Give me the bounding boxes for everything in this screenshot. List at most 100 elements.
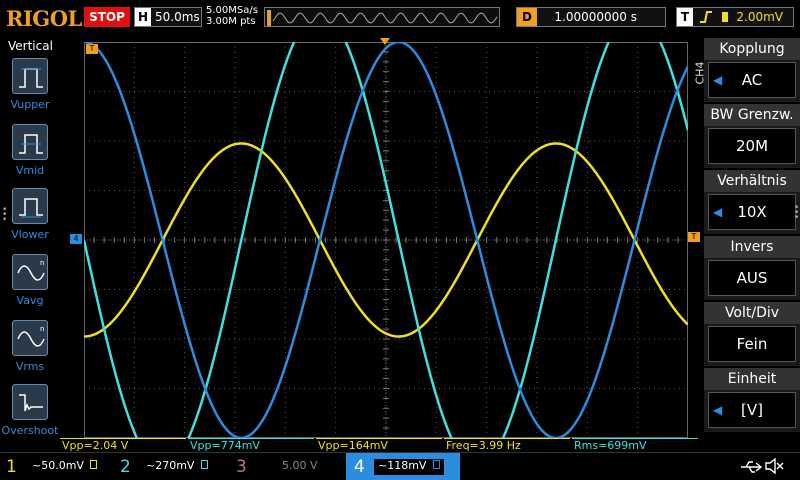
rising-edge-icon [700,11,712,23]
trigger-label: T [677,8,693,26]
brand-logo: RIGOL [6,6,82,31]
bandwidth-value-box[interactable]: 20M [708,128,796,164]
memory-position-marker [267,10,271,26]
measurement-ch2-rms[interactable]: Rms=699mV [572,438,698,452]
measurement-ch1-freq[interactable]: Freq=3.99 Hz [444,438,570,452]
measure-vmid[interactable]: Vmid [0,124,60,177]
invert-value-box[interactable]: AUS [708,260,796,296]
grid-lines [84,42,688,438]
trigger-box[interactable]: T 2.00mV [676,7,794,27]
channel1-number: 1 [6,457,17,477]
channel4-status[interactable]: 4 ~118mV [346,453,460,480]
trigger-delay-arrow [380,38,390,45]
measure-label: Vavg [16,294,44,307]
overshoot-icon [12,384,48,420]
vrms-icon: n [12,320,48,356]
select-arrow-icon: ◀ [713,403,723,417]
measure-overshoot[interactable]: Overshoot [0,384,60,437]
volts-div-setting[interactable]: Volt/Div Fein [704,302,800,366]
measurement-ch1-vpp-2[interactable]: Vpp=164mV [316,438,442,452]
vertical-measure-menu: Vertical Vupper Vmid Vlower n Vavg n Vrm… [0,36,60,452]
measure-vupper[interactable]: Vupper [0,58,60,111]
probe-ratio-value: 10X [737,203,767,221]
channel2-coupling: ~ [146,459,156,472]
measure-label: Overshoot [1,424,59,437]
top-status-bar: RIGOL STOP H 50.0ms 5.00MSa/s 3.00M pts D… [0,0,800,36]
coupling-setting[interactable]: Kopplung ◀ AC [704,38,800,102]
measure-vrms[interactable]: n Vrms [0,320,60,373]
trigger-level-marker-right[interactable]: T [688,232,700,242]
channel4-bw-icon [432,460,440,469]
volts-div-title: Volt/Div [704,302,800,324]
channel4-scale: 118mV [387,459,427,472]
bandwidth-limit-setting[interactable]: BW Grenzw. 20M [704,104,800,168]
delay-box[interactable]: D 1.00000000 s [516,7,666,27]
unit-setting[interactable]: Einheit ◀ [V] [704,368,800,432]
measurement-ch2-vpp[interactable]: Vpp=774mV [188,438,314,452]
invert-setting[interactable]: Invers AUS [704,236,800,300]
probe-ratio-value-box[interactable]: ◀ 10X [708,194,796,230]
graticule [84,42,688,438]
ch4-marker-text: 4 [73,234,79,243]
measurement-ch1-vpp[interactable]: Vpp=2.04 V [60,438,186,452]
waveform-display[interactable] [84,42,688,438]
select-arrow-icon: ◀ [713,205,723,219]
coupling-title: Kopplung [704,38,800,60]
channel2-number: 2 [120,457,131,477]
channel3-status[interactable]: 3 5.00 V [232,453,342,480]
trigger-level: 2.00mV [736,10,783,24]
memory-depth: 3.00M pts [206,16,256,27]
probe-ratio-title: Verhältnis [704,170,800,192]
trigger-position-marker-left: T [86,44,98,54]
usb-icon [740,459,763,478]
vupper-icon [12,58,48,94]
channel-status-bar: 1 ~50.0mV 2 ~270mV 3 5.00 V 4 ~118mV [0,452,800,480]
trigger-source-icon [719,8,731,22]
measure-label: Vmid [15,164,45,177]
channel3-number: 3 [236,457,247,477]
channel1-scale: 50.0mV [41,459,84,472]
channel-settings-menu: Kopplung ◀ AC BW Grenzw. 20M Verhältnis ◀… [704,38,800,436]
bandwidth-title: BW Grenzw. [704,104,800,126]
menu-page-dots: • • • [2,205,8,225]
run-stop-indicator[interactable]: STOP [84,7,130,27]
measurement-bar: Vpp=2.04 V Vpp=774mV Vpp=164mV Freq=3.99… [60,438,700,452]
channel2-scale-box: ~270mV [142,459,212,475]
channel2-bw-icon [200,460,208,469]
measure-vavg[interactable]: n Vavg [0,254,60,307]
sample-rate: 5.00MSa/s [206,5,258,16]
select-arrow-icon: ◀ [713,73,723,87]
channel4-reference-marker[interactable]: 4 [70,234,82,244]
channel4-scale-box: ~118mV [374,459,444,475]
right-menu-page-dots: • • • [794,203,800,223]
vlower-icon [12,188,48,224]
trigger-marker-text: T [89,44,95,53]
invert-value: AUS [736,269,768,287]
measure-label: Vlower [11,228,49,241]
memory-waveform-preview [267,10,498,26]
probe-ratio-setting[interactable]: Verhältnis ◀ 10X [704,170,800,234]
vmid-icon [12,124,48,160]
measure-vlower[interactable]: Vlower [0,188,60,241]
bandwidth-value: 20M [735,137,769,155]
coupling-value-box[interactable]: ◀ AC [708,62,796,98]
channel2-status[interactable]: 2 ~270mV [116,453,226,480]
volts-div-value-box[interactable]: Fein [708,326,796,362]
timebase-value: 50.0ms [155,10,200,24]
channel4-number: 4 [354,457,365,477]
unit-value: [V] [741,401,763,419]
measure-label: Vupper [10,98,50,111]
channel1-status[interactable]: 1 ~50.0mV [0,453,110,480]
channel3-scale: 5.00 V [282,459,318,472]
unit-value-box[interactable]: ◀ [V] [708,392,796,428]
speaker-muted-icon[interactable] [764,457,784,478]
timebase-label: H [135,8,151,26]
channel1-scale-box: ~50.0mV [28,459,101,475]
trigger-level-marker-text: T [691,232,697,241]
menu-title: Vertical [8,39,53,53]
svg-text:n: n [40,325,44,333]
timebase-box[interactable]: H 50.0ms [134,7,202,27]
vavg-icon: n [12,254,48,290]
channel3-scale-box: 5.00 V [258,459,322,475]
memory-overview-strip[interactable] [264,7,500,27]
